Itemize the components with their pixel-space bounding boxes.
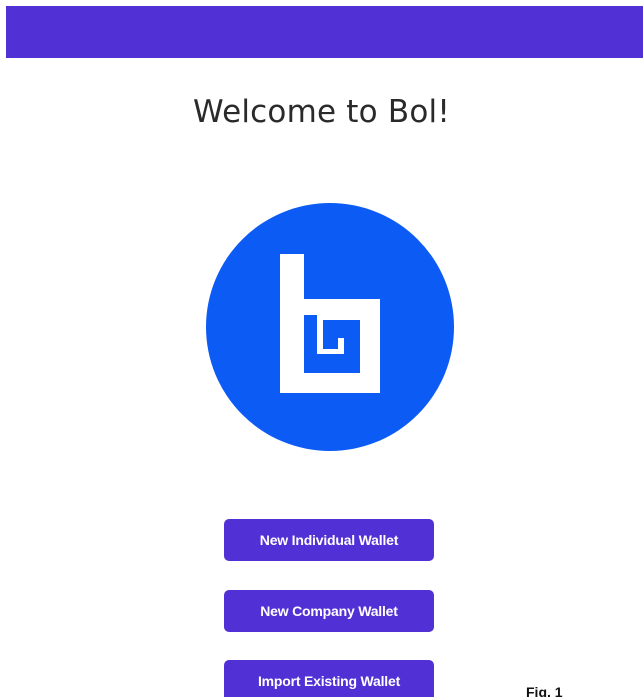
bol-logo-icon bbox=[206, 203, 454, 451]
new-company-wallet-button[interactable]: New Company Wallet bbox=[224, 590, 434, 632]
import-existing-wallet-button[interactable]: Import Existing Wallet bbox=[224, 660, 434, 697]
welcome-screen: Welcome to Bol! New Individual Wallet Ne… bbox=[0, 0, 643, 697]
app-header-bar bbox=[6, 6, 643, 58]
figure-caption: Fig. 1 bbox=[526, 684, 563, 697]
page-title: Welcome to Bol! bbox=[193, 94, 450, 130]
new-individual-wallet-button[interactable]: New Individual Wallet bbox=[224, 519, 434, 561]
